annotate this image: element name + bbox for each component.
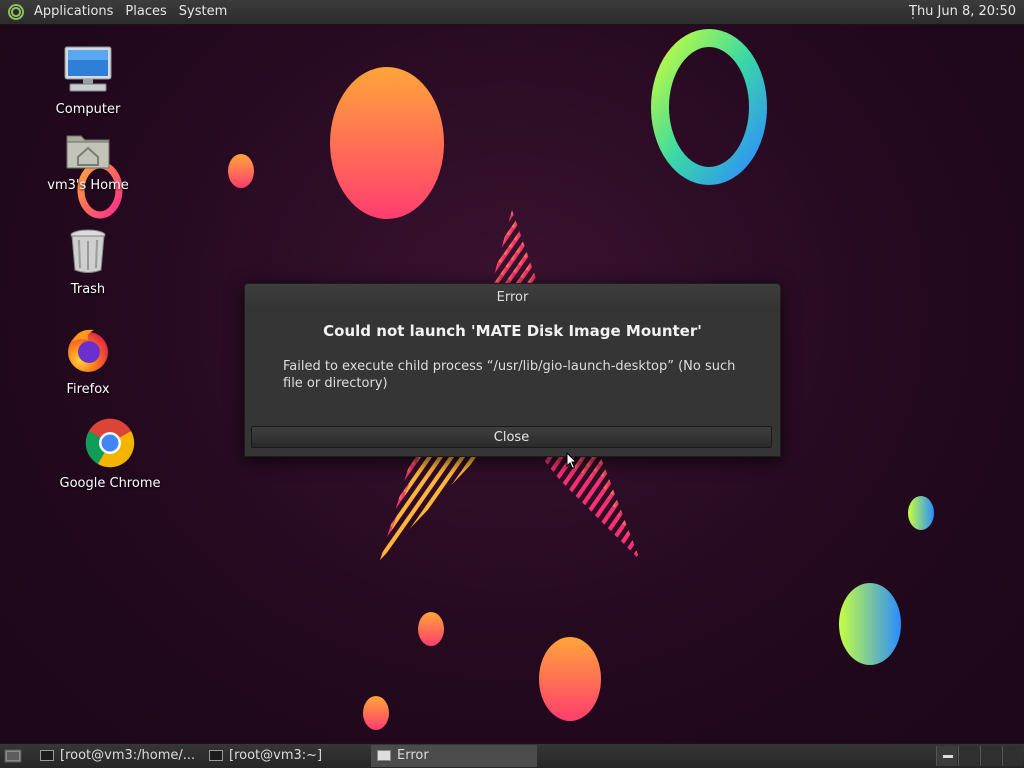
desktop-icon-chrome[interactable]: Google Chrome <box>50 418 170 491</box>
desktop-icon-trash[interactable]: Trash <box>28 228 148 297</box>
show-desktop-icon[interactable] <box>4 748 22 764</box>
desktop-icon-firefox[interactable]: Firefox <box>28 326 148 397</box>
trash-icon <box>70 229 106 273</box>
computer-label: Computer <box>55 102 121 117</box>
top-panel: Applications Places System Thu Jun 8, 20… <box>0 0 1024 25</box>
workspace-1[interactable] <box>936 746 957 766</box>
home-folder-icon <box>66 135 110 169</box>
workspace-2[interactable] <box>958 746 979 766</box>
mouse-cursor-icon <box>566 452 578 470</box>
taskbar-item-label: [root@vm3:/home/... <box>60 748 196 763</box>
dialog-window-icon <box>377 750 391 761</box>
dialog-message: Failed to execute child process “/usr/li… <box>283 359 736 391</box>
dialog-heading: Could not launch 'MATE Disk Image Mounte… <box>323 322 702 340</box>
clock[interactable]: Thu Jun 8, 20:50 <box>905 0 1020 24</box>
taskbar-item-terminal-2[interactable]: [root@vm3:~] <box>203 745 369 767</box>
places-menu[interactable]: Places <box>119 0 172 24</box>
close-button[interactable]: Close <box>251 426 772 448</box>
applications-menu[interactable]: Applications <box>28 0 119 24</box>
computer-icon <box>64 46 112 92</box>
taskbar-item-error[interactable]: Error <box>371 745 537 767</box>
desktop-icon-computer[interactable]: Computer <box>28 44 148 117</box>
desktop-icon-home[interactable]: vm3's Home <box>28 128 148 193</box>
taskbar-item-terminal-1[interactable]: [root@vm3:/home/... <box>34 745 200 767</box>
trash-label: Trash <box>70 282 106 297</box>
firefox-label: Firefox <box>66 382 110 397</box>
taskbar-item-label: Error <box>397 748 429 763</box>
chrome-label: Google Chrome <box>59 476 161 491</box>
terminal-icon <box>40 750 54 761</box>
workspace-3[interactable] <box>980 746 1001 766</box>
dialog-titlebar[interactable]: Error <box>245 284 780 312</box>
chrome-icon <box>85 418 135 468</box>
workspace-window-indicator <box>943 755 953 758</box>
workspace-4[interactable] <box>1002 746 1023 766</box>
home-label: vm3's Home <box>47 178 129 193</box>
terminal-icon <box>209 750 223 761</box>
system-menu[interactable]: System <box>173 0 233 24</box>
taskbar-item-label: [root@vm3:~] <box>229 748 323 763</box>
mate-logo-icon[interactable] <box>8 4 24 20</box>
bottom-panel: [root@vm3:/home/... [root@vm3:~] Error <box>0 743 1024 768</box>
error-dialog: Error Could not launch 'MATE Disk Image … <box>244 283 781 457</box>
desktop[interactable]: Applications Places System Thu Jun 8, 20… <box>0 0 1024 768</box>
firefox-icon <box>68 329 108 372</box>
